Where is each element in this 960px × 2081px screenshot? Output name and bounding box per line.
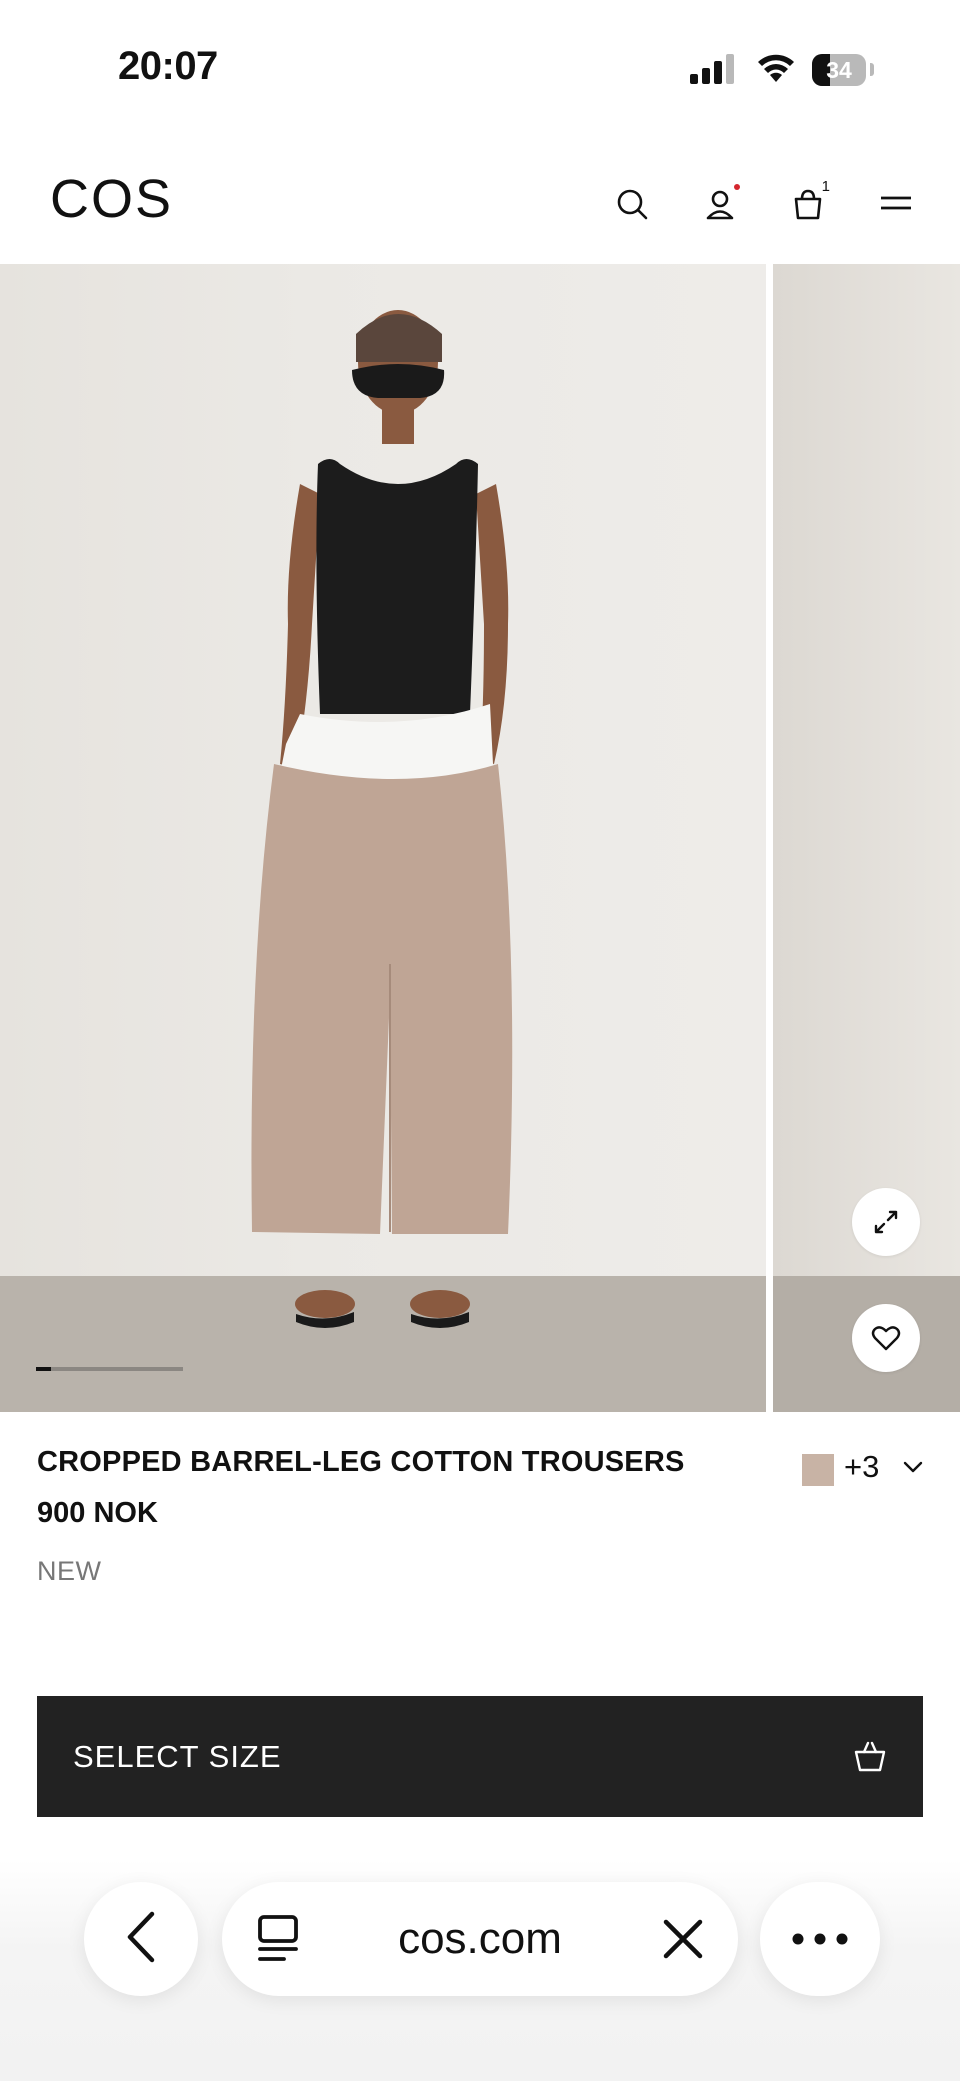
cellular-signal-icon: [690, 54, 738, 89]
product-tag: NEW: [37, 1556, 102, 1586]
more-colors[interactable]: +3: [844, 1449, 879, 1485]
status-bar: 20:07 34: [0, 0, 960, 130]
battery-tip: [870, 63, 874, 76]
search-icon[interactable]: [610, 182, 654, 226]
battery-percentage: 34: [826, 57, 852, 83]
chevron-left-icon: [126, 1911, 156, 1968]
notification-dot: [734, 184, 740, 190]
product-image-gallery[interactable]: [0, 264, 960, 1412]
account-icon[interactable]: [698, 182, 742, 226]
expand-icon[interactable]: [852, 1188, 920, 1256]
gallery-progress-fill: [36, 1367, 51, 1371]
address-bar[interactable]: cos.com: [222, 1882, 738, 1996]
shopping-bag-icon[interactable]: 1: [786, 178, 830, 226]
browser-toolbar: cos.com: [0, 1860, 960, 2081]
product-title: CROPPED BARREL-LEG COTTON TROUSERS: [37, 1446, 685, 1478]
product-image[interactable]: [0, 264, 766, 1412]
brand-logo[interactable]: COS: [50, 168, 173, 230]
chevron-down-icon[interactable]: [902, 1460, 924, 1479]
menu-icon[interactable]: [874, 182, 918, 226]
more-icon[interactable]: [760, 1882, 880, 1996]
bag-count: 1: [821, 178, 830, 195]
select-size-button[interactable]: SELECT SIZE: [37, 1696, 923, 1817]
select-size-label: SELECT SIZE: [73, 1739, 282, 1774]
site-header: COS 1: [0, 160, 960, 265]
model-figure: [251, 310, 513, 1328]
color-swatch[interactable]: [802, 1454, 834, 1486]
browser-back-button[interactable]: [84, 1882, 198, 1996]
basket-icon: [853, 1740, 887, 1777]
status-time: 20:07: [118, 44, 218, 88]
gallery-progress: [36, 1367, 183, 1371]
battery-indicator: 34: [812, 54, 866, 86]
url-text[interactable]: cos.com: [222, 1914, 738, 1964]
close-icon[interactable]: [662, 1918, 704, 1965]
heart-icon[interactable]: [852, 1304, 920, 1372]
product-price: 900 NOK: [37, 1497, 158, 1529]
wifi-icon: [756, 52, 796, 89]
